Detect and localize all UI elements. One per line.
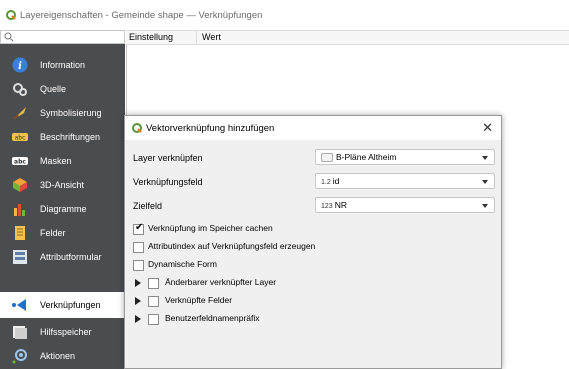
table-header: Einstellung Wert bbox=[126, 30, 569, 45]
integer-field-icon: 123 bbox=[321, 203, 333, 210]
sidebar-item-label: Beschriftungen bbox=[40, 132, 101, 142]
checkbox-label: Attributindex auf Verknüpfungsfeld erzeu… bbox=[148, 241, 316, 251]
search-icon bbox=[4, 32, 14, 42]
combo-value: B-Pläne Altheim bbox=[321, 152, 397, 163]
expand-arrow-icon[interactable] bbox=[135, 315, 141, 323]
info-icon: i bbox=[12, 57, 28, 73]
sidebar-item-label: Masken bbox=[40, 156, 72, 166]
group-label: Änderbarer verknüpfter Layer bbox=[165, 277, 277, 287]
expand-arrow-icon[interactable] bbox=[135, 279, 141, 287]
joins-icon bbox=[12, 299, 26, 311]
add-vector-join-dialog: Vektorverknüpfung hinzufügen ✕ Layer ver… bbox=[124, 115, 502, 369]
sidebar-item-symbology[interactable]: Symbolisierung bbox=[0, 100, 125, 126]
diagrams-icon bbox=[14, 204, 25, 216]
join-field-select[interactable]: 1.2 id bbox=[315, 173, 495, 189]
sidebar-item-masks[interactable]: abc Masken bbox=[0, 148, 125, 174]
checkbox-box[interactable] bbox=[133, 260, 144, 271]
sidebar-item-label: Quelle bbox=[40, 84, 67, 94]
sidebar-item-labels[interactable]: abc Beschriftungen bbox=[0, 124, 125, 150]
chevron-down-icon bbox=[482, 180, 488, 184]
sidebar-item-fields[interactable]: Felder bbox=[0, 220, 125, 246]
join-layer-value: B-Pläne Altheim bbox=[336, 152, 397, 162]
checkbox-label: Verknüpfung im Speicher cachen bbox=[148, 223, 273, 233]
search-input[interactable] bbox=[0, 30, 125, 44]
actions-icon bbox=[12, 349, 27, 364]
checkmark-icon: ✔ bbox=[135, 222, 144, 233]
checkbox-box[interactable] bbox=[148, 278, 159, 289]
expand-arrow-icon[interactable] bbox=[135, 297, 141, 305]
qgis-logo-icon bbox=[6, 10, 16, 20]
sidebar-item-label: 3D-Ansicht bbox=[40, 180, 85, 190]
polygon-layer-icon bbox=[321, 153, 333, 163]
sidebar-item-label: Diagramme bbox=[40, 204, 87, 214]
sidebar-item-label: Symbolisierung bbox=[40, 108, 102, 118]
combo-value: 123 NR bbox=[321, 200, 347, 210]
sidebar-item-label: Information bbox=[40, 60, 86, 70]
column-divider bbox=[196, 31, 197, 44]
checkbox-label: Dynamische Form bbox=[148, 259, 217, 269]
sidebar-item-label: Aktionen bbox=[40, 351, 76, 361]
column-header-setting[interactable]: Einstellung bbox=[129, 32, 173, 42]
checkbox-box[interactable] bbox=[133, 242, 144, 253]
chevron-down-icon bbox=[482, 204, 488, 208]
dialog-titlebar: Vektorverknüpfung hinzufügen ✕ bbox=[125, 116, 501, 140]
labels-icon: abc bbox=[12, 133, 28, 142]
join-layer-select[interactable]: B-Pläne Altheim bbox=[315, 149, 495, 165]
sidebar-item-actions[interactable]: Aktionen bbox=[0, 343, 125, 369]
checkbox-box[interactable] bbox=[148, 296, 159, 307]
sidebar-item-label: Verknüpfungen bbox=[40, 300, 101, 310]
join-layer-label: Layer verknüpfen bbox=[133, 153, 203, 163]
attribute-form-icon bbox=[13, 250, 27, 264]
window-title: Layereigenschaften - Gemeinde shape — Ve… bbox=[20, 10, 263, 21]
target-field-select[interactable]: 123 NR bbox=[315, 197, 495, 213]
sidebar-item-joins[interactable]: Verknüpfungen bbox=[0, 292, 125, 318]
target-field-label: Zielfeld bbox=[133, 201, 163, 211]
masks-icon: abc bbox=[12, 157, 28, 166]
sidebar-item-label: Hilfsspeicher bbox=[40, 327, 92, 337]
fields-icon bbox=[15, 226, 25, 240]
close-icon[interactable]: ✕ bbox=[482, 120, 493, 136]
source-icon bbox=[13, 83, 27, 96]
window-titlebar: Layereigenschaften - Gemeinde shape — Ve… bbox=[0, 0, 569, 30]
sidebar-item-3d-view[interactable]: 3D-Ansicht bbox=[0, 172, 125, 198]
join-field-value: id bbox=[332, 176, 340, 186]
group-label: Benutzerfeldnamenpräfix bbox=[165, 313, 260, 323]
svg-text:abc: abc bbox=[15, 135, 26, 142]
chevron-down-icon bbox=[482, 156, 488, 160]
sidebar: i Information Quelle Symbolisierung abc … bbox=[0, 44, 125, 369]
target-field-value: NR bbox=[334, 200, 347, 210]
sidebar-item-label: Felder bbox=[40, 228, 66, 238]
combo-value: 1.2 id bbox=[321, 176, 339, 186]
column-header-value[interactable]: Wert bbox=[202, 32, 221, 42]
sidebar-item-auxiliary-storage[interactable]: Hilfsspeicher bbox=[0, 319, 125, 345]
sidebar-item-attribute-form[interactable]: Attributformular bbox=[0, 244, 125, 270]
group-label: Verknüpfte Felder bbox=[165, 295, 233, 305]
qgis-logo-icon bbox=[132, 123, 142, 133]
sidebar-item-information[interactable]: i Information bbox=[0, 52, 125, 78]
symbology-icon bbox=[13, 107, 26, 120]
checkbox-box[interactable] bbox=[148, 314, 159, 325]
sidebar-item-label: Attributformular bbox=[40, 252, 102, 262]
dialog-title: Vektorverknüpfung hinzufügen bbox=[146, 123, 275, 134]
decimal-field-icon: 1.2 bbox=[321, 179, 331, 186]
sidebar-item-source[interactable]: Quelle bbox=[0, 76, 125, 102]
svg-text:i: i bbox=[18, 61, 22, 72]
3d-view-icon bbox=[13, 178, 27, 192]
svg-text:abc: abc bbox=[14, 159, 26, 166]
sidebar-item-diagrams[interactable]: Diagramme bbox=[0, 196, 125, 222]
auxiliary-storage-icon bbox=[13, 326, 27, 339]
checkbox-box[interactable]: ✔ bbox=[133, 222, 144, 235]
join-field-label: Verknüpfungsfeld bbox=[133, 177, 203, 187]
